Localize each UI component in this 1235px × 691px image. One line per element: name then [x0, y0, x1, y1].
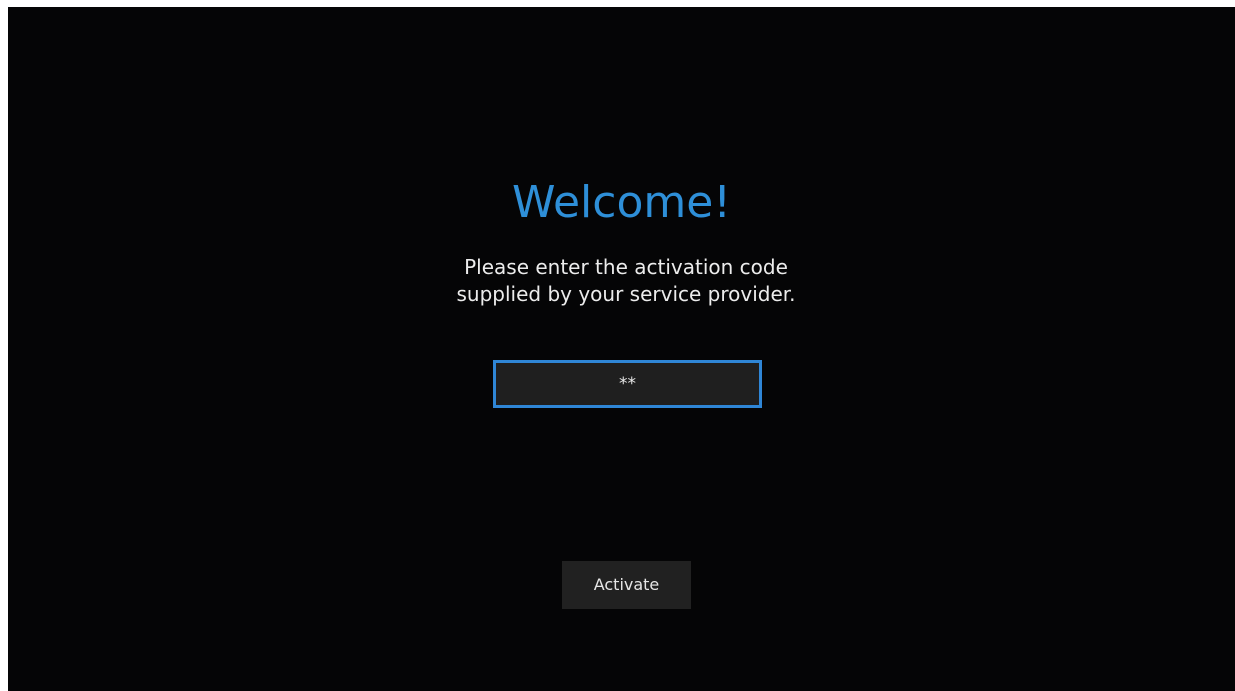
- activation-code-input[interactable]: [493, 360, 762, 408]
- welcome-title: Welcome!: [512, 177, 731, 228]
- activation-screen: Welcome! Please enter the activation cod…: [8, 7, 1235, 691]
- instructions-line-2: supplied by your service provider.: [456, 282, 796, 306]
- activation-instructions: Please enter the activation code supplie…: [8, 254, 1235, 308]
- instructions-line-1: Please enter the activation code: [464, 255, 788, 279]
- activate-button[interactable]: Activate: [562, 561, 691, 609]
